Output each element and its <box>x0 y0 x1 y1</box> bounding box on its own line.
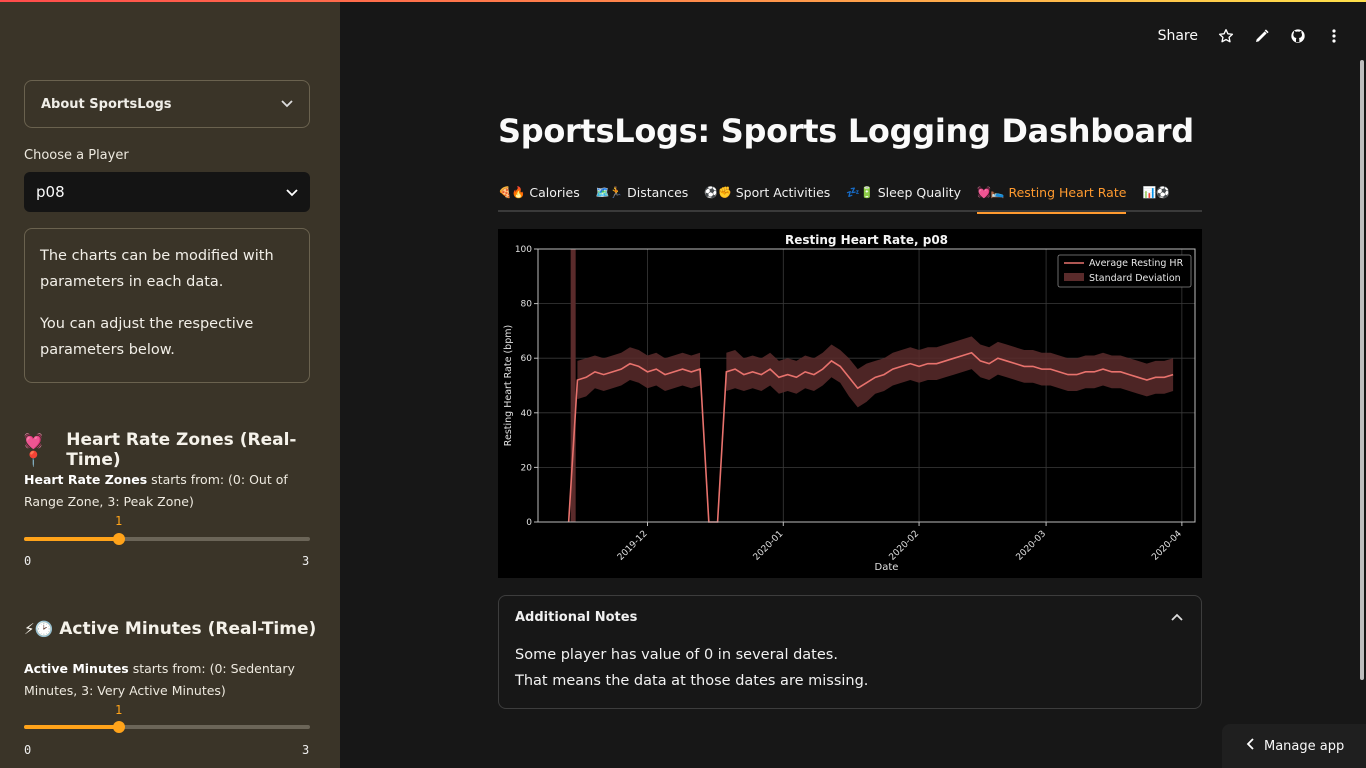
about-expander-label: About SportsLogs <box>41 96 172 112</box>
chevron-left-icon <box>1246 738 1254 754</box>
active-minutes-slider-max: 3 <box>302 743 310 757</box>
heart-pin-icon: 💓📍 <box>24 432 43 468</box>
star-icon[interactable] <box>1218 28 1234 44</box>
info-text-2: You can adjust the respective parameters… <box>40 316 254 358</box>
std-band <box>577 347 701 400</box>
app-toolbar: Share <box>1158 24 1342 48</box>
hr-zones-description: Heart Rate Zones starts from: (0: Out of… <box>24 469 310 513</box>
x-axis-label: Date <box>875 562 899 573</box>
share-button[interactable]: Share <box>1158 28 1198 44</box>
tab-more[interactable]: 📊⚽ <box>1142 172 1185 212</box>
y-tick-label: 60 <box>521 354 533 364</box>
active-minutes-heading-text: Active Minutes (Real-Time) <box>59 619 317 639</box>
chart-svg: 0 20 40 60 80 100 2019-12 2020-01 2020-02 2020-03… <box>503 233 1196 573</box>
top-decoration-bar <box>0 0 1366 2</box>
page-title: SportsLogs: Sports Logging Dashboard <box>498 112 1194 150</box>
tab-bar: 🍕🔥 Calories 🗺️🏃 Distances ⚽✊ Sport Activities… <box>498 172 1202 214</box>
x-tick-label: 2020-03 <box>1015 529 1049 563</box>
tab-resting-heart-rate[interactable]: 💓🛌 Resting Heart Rate <box>977 172 1142 214</box>
github-icon[interactable] <box>1290 28 1306 44</box>
active-minutes-slider-thumb[interactable] <box>113 721 125 733</box>
additional-notes-expander[interactable]: Additional Notes Some player has value o… <box>498 595 1202 709</box>
hr-zones-heading: 💓📍 Heart Rate Zones (Real-Time) <box>24 430 340 470</box>
y-tick-label: 80 <box>521 300 533 310</box>
active-minutes-slider[interactable] <box>24 721 310 733</box>
x-tick-label: 2020-01 <box>752 529 786 563</box>
notes-line-1: Some player has value of 0 in several da… <box>515 647 838 663</box>
hr-zones-slider-value: 1 <box>115 514 123 528</box>
manage-app-button[interactable]: Manage app <box>1222 724 1366 768</box>
notes-heading: Additional Notes <box>515 610 638 625</box>
tab-label: Resting Heart Rate <box>1008 184 1127 200</box>
tab-label: Distances <box>627 184 689 200</box>
legend-swatch-band <box>1064 273 1084 281</box>
active-minutes-heading: ⚡🕑 Active Minutes (Real-Time) <box>24 619 316 639</box>
tab-distances[interactable]: 🗺️🏃 Distances <box>596 172 705 212</box>
pencil-icon[interactable] <box>1254 28 1270 44</box>
resting-heart-rate-chart: 0 20 40 60 80 100 2019-12 2020-01 2020-02 2020-03… <box>498 229 1202 578</box>
active-minutes-desc-bold: Active Minutes <box>24 661 129 676</box>
hr-zones-desc-bold: Heart Rate Zones <box>24 472 148 487</box>
y-tick-label: 20 <box>521 463 533 473</box>
choose-player-label: Choose a Player <box>24 148 129 163</box>
legend-label-std: Standard Deviation <box>1089 273 1181 284</box>
tab-emoji-icon: ⚽✊ <box>704 185 732 199</box>
tab-emoji-icon: 💤🔋 <box>846 185 874 199</box>
sidebar: About SportsLogs Choose a Player p08 The… <box>0 0 340 768</box>
active-minutes-slider-value: 1 <box>115 703 123 717</box>
manage-app-label: Manage app <box>1264 738 1345 754</box>
active-minutes-slider-fill <box>24 725 119 729</box>
tab-sport-activities[interactable]: ⚽✊ Sport Activities <box>704 172 846 212</box>
kebab-menu-icon[interactable] <box>1326 28 1342 44</box>
notes-line-2: That means the data at those dates are m… <box>515 673 869 689</box>
hr-zones-slider-max: 3 <box>302 554 310 568</box>
tab-emoji-icon: 📊⚽ <box>1142 185 1170 199</box>
chevron-up-icon <box>1171 610 1183 624</box>
hr-zones-slider-min: 0 <box>24 554 32 568</box>
std-band <box>726 336 1174 408</box>
player-select-value: p08 <box>36 183 65 201</box>
page-scrollbar[interactable] <box>1360 60 1364 680</box>
x-tick-label: 2020-02 <box>888 529 922 563</box>
about-expander[interactable]: About SportsLogs <box>24 80 310 128</box>
chevron-down-icon <box>281 97 293 111</box>
info-box: The charts can be modified with paramete… <box>24 228 310 383</box>
hr-zones-slider-thumb[interactable] <box>113 533 125 545</box>
tab-label: Sport Activities <box>735 184 831 200</box>
tab-label: Sleep Quality <box>877 184 962 200</box>
notes-body: Some player has value of 0 in several da… <box>515 642 868 694</box>
info-text-1: The charts can be modified with paramete… <box>40 248 274 290</box>
x-tick-label: 2020-04 <box>1150 529 1184 563</box>
legend-label-average: Average Resting HR <box>1089 258 1184 269</box>
y-tick-label: 0 <box>526 518 532 528</box>
chevron-down-icon <box>286 183 298 201</box>
active-minutes-slider-min: 0 <box>24 743 32 757</box>
tab-calories[interactable]: 🍕🔥 Calories <box>498 172 596 212</box>
x-tick-label: 2019-12 <box>616 529 650 563</box>
y-axis-label: Resting Heart Rate (bpm) <box>503 325 514 446</box>
hr-zones-slider-fill <box>24 537 119 541</box>
y-tick-label: 100 <box>515 245 532 255</box>
chart-title: Resting Heart Rate, p08 <box>785 233 948 247</box>
hr-zones-slider[interactable] <box>24 533 310 545</box>
player-select[interactable]: p08 <box>24 172 310 212</box>
tab-label: Calories <box>529 184 580 200</box>
tab-sleep-quality[interactable]: 💤🔋 Sleep Quality <box>846 172 977 212</box>
tab-emoji-icon: 🍕🔥 <box>498 185 526 199</box>
tab-emoji-icon: 💓🛌 <box>977 185 1005 199</box>
hr-zones-heading-text: Heart Rate Zones (Real-Time) <box>66 430 297 470</box>
active-minutes-description: Active Minutes starts from: (0: Sedentar… <box>24 658 310 702</box>
tab-emoji-icon: 🗺️🏃 <box>595 185 624 199</box>
lightning-clock-icon: ⚡🕑 <box>24 620 54 638</box>
y-tick-label: 40 <box>521 409 533 419</box>
